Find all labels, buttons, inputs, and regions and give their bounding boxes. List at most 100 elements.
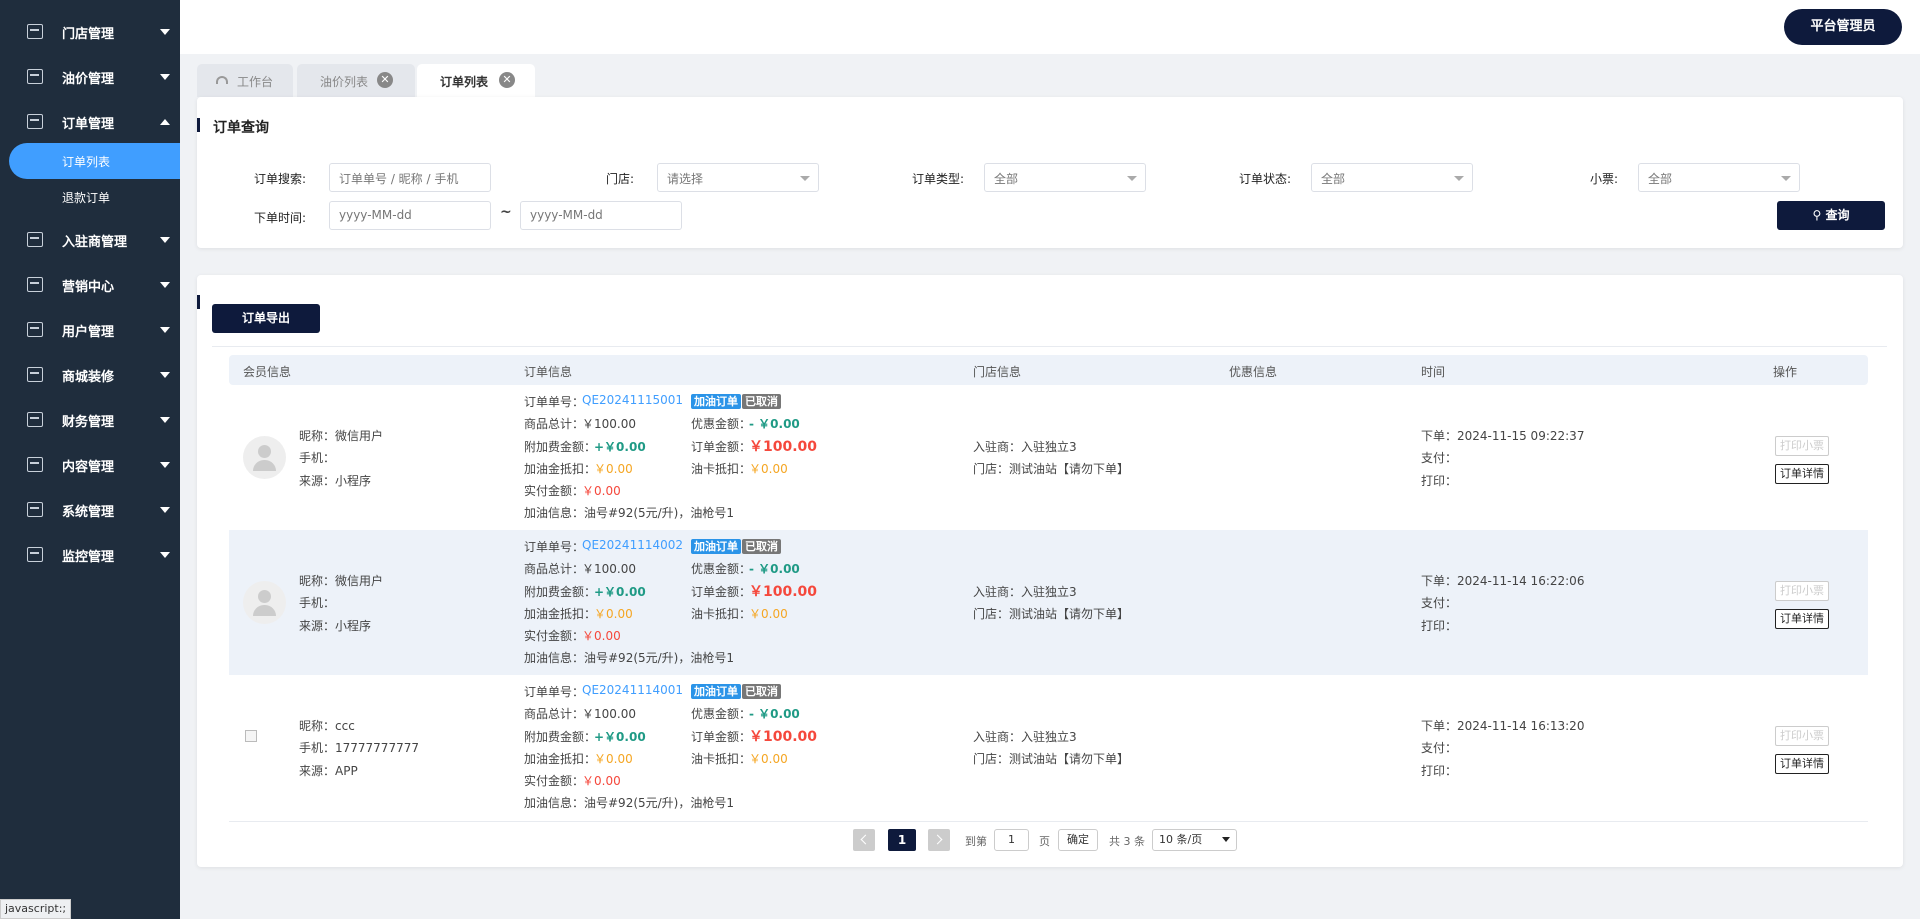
menu-mall-decoration[interactable]: 商城装修 [0,353,180,398]
divider [212,346,1887,347]
print-receipt-button[interactable]: 打印小票 [1775,581,1829,601]
query-button[interactable]: ⚲ 查询 [1777,201,1885,230]
sidebar-item-refund-orders[interactable]: 退款订单 [0,179,180,215]
admin-user-button[interactable]: 平台管理员 [1784,9,1902,45]
confirm-page-button[interactable]: 确定 [1058,829,1098,851]
sidebar-item-order-list[interactable]: 订单列表 [9,143,180,179]
member-source: 来源：APP [299,764,358,778]
order-detail-button[interactable]: 订单详情 [1775,609,1829,629]
fuel-deduct-value: ￥0.00 [594,752,633,766]
chevron-up-icon [160,119,170,125]
order-type-badge: 加油订单 [691,394,741,409]
member-source: 来源：小程序 [299,474,372,488]
menu-finance-management[interactable]: 财务管理 [0,398,180,443]
chevron-down-icon [160,462,170,468]
menu-store-management[interactable]: 门店管理 [0,10,180,55]
table-row: 昵称：ccc 手机：17777777777 来源：APP 订单单号： QE2024111… [229,675,1868,820]
fuel-deduct-label: 加油金抵扣： [524,607,597,621]
prev-page-button[interactable] [853,829,875,851]
menu-system-management[interactable]: 系统管理 [0,488,180,533]
menu-merchant-management[interactable]: 入驻商管理 [0,218,180,263]
pay-time: 支付： [1421,596,1458,610]
extra-fee-value: +￥0.00 [594,730,646,744]
order-status-select[interactable]: 全部 [1311,163,1473,192]
menu-order-management[interactable]: 订单管理 [0,100,180,145]
order-time-label: 下单时间: [253,211,306,225]
store-info: 门店：测试油站【请勿下单】 [973,462,1130,476]
order-no-link[interactable]: QE20241114001 [582,683,683,697]
chevron-down-icon [160,372,170,378]
menu-oil-price-management[interactable]: 油价管理 [0,55,180,100]
discount-value: - ￥0.00 [749,562,800,576]
page-size-select[interactable]: 10 条/页 [1152,829,1237,851]
pay-time: 支付： [1421,741,1458,755]
finance-icon [27,412,43,427]
store-icon [27,24,43,39]
order-type-select[interactable]: 全部 [984,163,1146,192]
print-time: 打印： [1421,619,1458,633]
order-type-label: 订单类型: [911,172,964,186]
menu-monitor-management[interactable]: 监控管理 [0,533,180,578]
end-date-input[interactable]: yyyy-MM-dd [520,201,682,230]
table-row: 昵称：微信用户 手机： 来源：小程序 订单单号： QE20241114002 加油订单 已取… [229,530,1868,675]
menu-marketing-center[interactable]: 营销中心 [0,263,180,308]
start-date-input[interactable]: yyyy-MM-dd [329,201,491,230]
tab-order-list[interactable]: 订单列表 ✕ [417,64,535,97]
chevron-down-icon [1454,176,1464,181]
marketing-icon [27,277,43,292]
close-icon[interactable]: ✕ [377,72,393,88]
chevron-down-icon [160,327,170,333]
tab-dashboard[interactable]: 工作台 [197,64,293,97]
member-phone: 手机：17777777777 [299,741,419,755]
merchant-info: 入驻商：入驻独立3 [973,440,1077,454]
store-select[interactable]: 请选择 [657,163,819,192]
member-nickname: 昵称：ccc [299,719,355,733]
merchant-info: 入驻商：入驻独立3 [973,585,1077,599]
member-nickname: 昵称：微信用户 [299,429,384,443]
order-status-label: 订单状态: [1238,172,1291,186]
order-time: 下单：2024-11-15 09:22:37 [1421,429,1585,443]
chevron-down-icon [1127,176,1137,181]
fuel-info: 加油信息：油号#92(5元/升)，油枪号1 [524,651,735,665]
close-icon[interactable]: ✕ [499,72,515,88]
discount-label: 优惠金额： [691,562,752,576]
chevron-down-icon [160,417,170,423]
store-info: 门店：测试油站【请勿下单】 [973,607,1130,621]
page-number-button[interactable]: 1 [888,829,916,851]
print-receipt-button[interactable]: 打印小票 [1775,436,1829,456]
order-detail-button[interactable]: 订单详情 [1775,754,1829,774]
goods-total-value: ￥100.00 [582,562,636,576]
merchant-icon [27,232,43,247]
discount-label: 优惠金额： [691,707,752,721]
goods-total-label: 商品总计： [524,562,585,576]
column-header: 门店信息 [973,365,1022,379]
ticket-select[interactable]: 全部 [1638,163,1800,192]
goto-page-input[interactable]: 1 [994,829,1029,851]
extra-fee-value: +￥0.00 [594,585,646,599]
tab-oil-price-list[interactable]: 油价列表 ✕ [297,64,415,97]
system-icon [27,502,43,517]
chevron-down-icon [160,74,170,80]
query-button-label: 查询 [1825,208,1850,222]
menu-label: 内容管理 [62,460,115,475]
order-no-link[interactable]: QE20241114002 [582,538,683,552]
order-no-link[interactable]: QE20241115001 [582,393,683,407]
order-status-badge: 已取消 [742,539,781,554]
order-export-button[interactable]: 订单导出 [212,304,320,333]
menu-user-management[interactable]: 用户管理 [0,308,180,353]
menu-content-management[interactable]: 内容管理 [0,443,180,488]
print-receipt-button[interactable]: 打印小票 [1775,726,1829,746]
menu-label: 商城装修 [62,370,115,385]
order-no-label: 订单单号： [524,685,585,699]
ticket-label: 小票: [1589,172,1618,186]
order-detail-button[interactable]: 订单详情 [1775,464,1829,484]
order-status-badge: 已取消 [742,394,781,409]
tab-label: 订单列表 [440,75,489,89]
query-card: 订单查询 订单搜索: 订单单号 / 昵称 / 手机 门店: 请选择 订单类型: … [197,97,1903,248]
order-type-badge: 加油订单 [691,684,741,699]
extra-fee-label: 附加费金额： [524,730,597,744]
order-amount-label: 订单金额： [691,440,752,454]
next-page-button[interactable] [928,829,950,851]
order-search-input[interactable]: 订单单号 / 昵称 / 手机 [329,163,491,192]
paid-amount-value: ￥0.00 [582,484,621,498]
